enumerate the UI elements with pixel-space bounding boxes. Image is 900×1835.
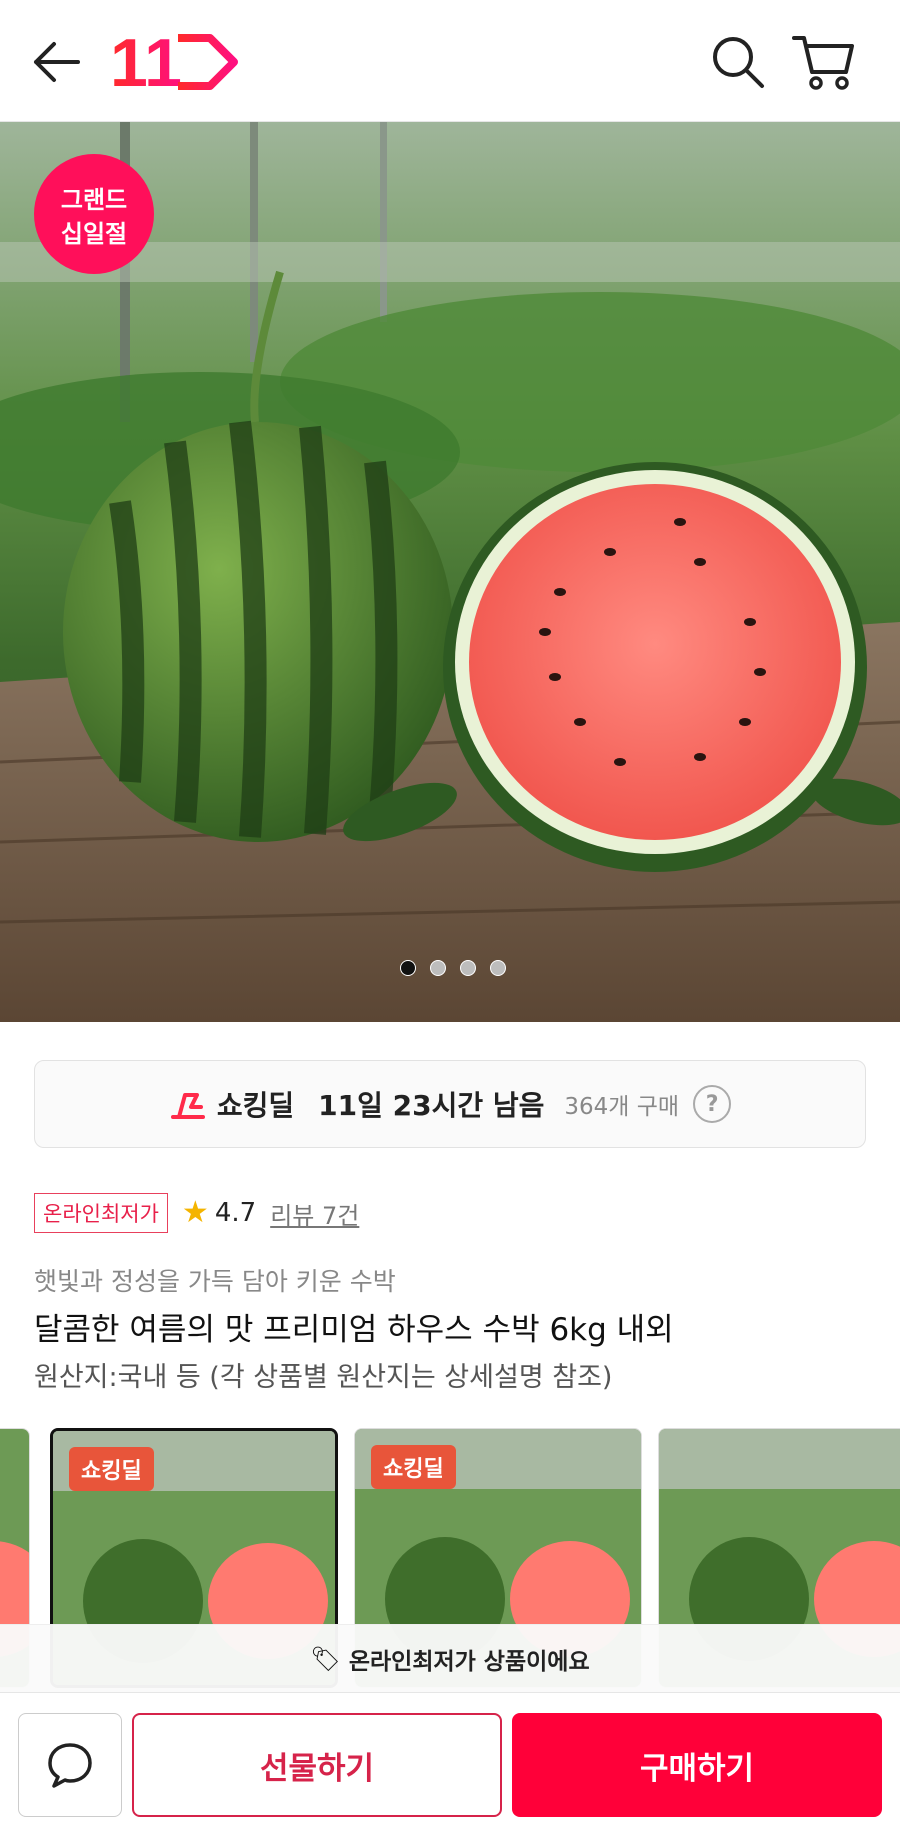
bottom-action-bar: 선물하기 구매하기 — [0, 1692, 900, 1835]
carousel-dot[interactable] — [430, 960, 446, 976]
carousel-indicator[interactable] — [400, 960, 506, 976]
product-meta-row: 온라인최저가 ★ 4.7 리뷰 7건 — [34, 1193, 359, 1233]
back-button[interactable] — [28, 36, 84, 88]
cart-button[interactable] — [790, 30, 856, 92]
product-subtitle: 햇빛과 정성을 가득 담아 키운 수박 — [34, 1267, 396, 1296]
deal-flag-icon — [170, 1093, 205, 1119]
option-deal-badge: 쇼킹딜 — [371, 1445, 456, 1489]
lowest-price-notice: 🏷 온라인최저가 상품이에요 — [0, 1624, 900, 1692]
carousel-dot[interactable] — [490, 960, 506, 976]
tag-icon: 🏷 — [310, 1644, 341, 1673]
shocking-deal-banner: 쇼킹딜 11일 23시간 남음 364개 구매 ? — [34, 1060, 866, 1148]
brand-logo[interactable]: 11 — [110, 25, 240, 101]
help-icon[interactable]: ? — [693, 1085, 732, 1123]
search-button[interactable] — [708, 32, 768, 92]
deal-label: 쇼킹딜 — [216, 1089, 295, 1122]
chat-bubble-icon — [48, 1743, 92, 1788]
product-origin: 원산지:국내 등 (각 상품별 원산지는 상세설명 참조) — [34, 1362, 613, 1393]
purchase-count: 364개 구매 — [564, 1094, 680, 1120]
product-image-carousel[interactable]: 그랜드 십일절 — [0, 122, 900, 1022]
deal-time-left: 11일 23시간 남음 — [318, 1089, 545, 1122]
star-icon: ★ — [181, 1195, 209, 1230]
chat-button[interactable] — [18, 1713, 122, 1817]
gift-button[interactable]: 선물하기 — [132, 1713, 502, 1817]
badge-line2: 십일절 — [61, 220, 127, 248]
top-header: 11 — [0, 0, 900, 122]
option-deal-badge: 쇼킹딜 — [69, 1447, 154, 1491]
arrow-left-icon — [34, 42, 80, 82]
carousel-dot[interactable] — [400, 960, 416, 976]
logo-text: 11 — [110, 30, 182, 92]
carousel-dot[interactable] — [460, 960, 476, 976]
lowest-price-tag: 온라인최저가 — [34, 1193, 168, 1233]
product-title: 달콤한 여름의 맛 프리미엄 하우스 수박 6kg 내외 — [34, 1312, 674, 1348]
search-icon — [713, 37, 764, 88]
rating-value: 4.7 — [214, 1198, 257, 1228]
review-link[interactable]: 리뷰 7건 — [270, 1196, 359, 1231]
cart-icon — [792, 36, 854, 90]
notice-text: 온라인최저가 상품이에요 — [348, 1648, 590, 1675]
badge-line1: 그랜드 — [61, 186, 127, 214]
grand-sale-badge: 그랜드 십일절 — [32, 152, 156, 276]
buy-button[interactable]: 구매하기 — [512, 1713, 882, 1817]
